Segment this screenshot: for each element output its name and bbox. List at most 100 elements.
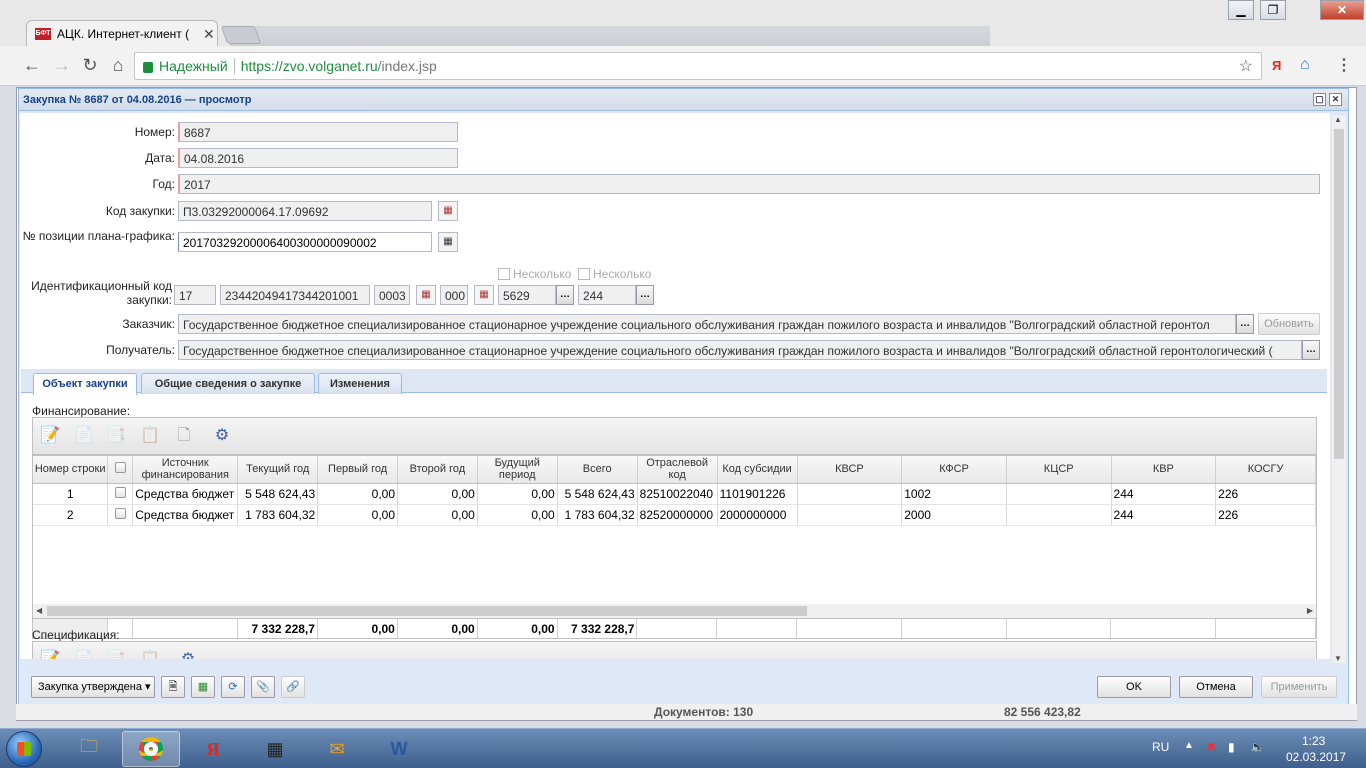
row-checkbox-cell[interactable] [107,504,134,526]
scroll-up-arrow-icon[interactable]: ▲ [1334,115,1342,124]
settings-gear-icon[interactable]: ⚙ [211,425,233,447]
grid-horizontal-scrollbar[interactable]: ◀ ▶ [33,604,1316,618]
minimize-button[interactable]: ▁ [1228,0,1254,20]
year-field[interactable]: 2017 [178,174,1320,194]
ident-code-part-3[interactable]: 0003 [374,285,410,305]
start-button[interactable] [6,731,42,767]
number-field[interactable]: 8687 [178,122,458,142]
delete-row-icon[interactable]: 🗋 [173,425,195,447]
spec-paste-row-icon[interactable]: 📋 [139,649,161,659]
yandex-browser-icon[interactable]: Я [184,731,242,767]
document-icon[interactable]: 🗎 [161,676,185,698]
col-kosgu[interactable]: КОСГУ [1215,456,1316,484]
col-funding-source[interactable]: Источник финансирования [132,456,239,484]
col-industry-code[interactable]: Отраслевой код [637,456,718,484]
table-row[interactable]: 2 Средства бюджет 1 783 604,32 0,00 0,00… [33,504,1316,526]
menu-icon[interactable]: ⋮ [1336,55,1352,75]
tab-purchase-object[interactable]: Объект закупки [33,373,137,395]
col-row-number[interactable]: Номер строки [33,456,109,484]
ident-code-part-5[interactable]: 5629 [498,285,556,305]
table-row[interactable]: 1 Средства бюджет 5 548 624,43 0,00 0,00… [33,483,1316,505]
col-kcsr[interactable]: КЦСР [1006,456,1112,484]
multiple-checkbox-2[interactable]: Несколько [578,267,651,281]
spec-settings-gear-icon[interactable]: ⚙ [177,649,199,659]
scroll-left-arrow-icon[interactable]: ◀ [36,604,42,618]
apply-button[interactable]: Применить [1261,676,1337,698]
col-kfsr[interactable]: КФСР [901,456,1007,484]
tab-close-icon[interactable]: ✕ [203,26,215,43]
copy-row-icon[interactable]: 📑 [105,425,127,447]
col-kvr[interactable]: КВР [1111,456,1217,484]
explorer-icon[interactable]: 🗀 [60,731,118,767]
link-icon[interactable]: 🔗 [281,676,305,698]
edit-icon[interactable]: 📝 [39,425,61,447]
plan-position-field[interactable]: 20170329200006400300000090002 [178,232,432,252]
network-warning-icon[interactable]: ✖ [1206,740,1216,754]
ok-button[interactable]: OK [1097,676,1171,698]
col-future-period[interactable]: Будущий период [477,456,558,484]
chrome-icon[interactable] [122,731,180,767]
scroll-down-arrow-icon[interactable]: ▼ [1334,654,1342,663]
purchase-code-field[interactable]: П3.03292000064.17.09692 [178,201,432,221]
col-total[interactable]: Всего [557,456,638,484]
back-arrow-icon[interactable]: ← [20,54,44,78]
language-indicator[interactable]: RU [1152,740,1169,754]
ident-code-part-1[interactable]: 17 [174,285,216,305]
status-dropdown-button[interactable]: Закупка утверждена ▾ [31,676,155,698]
yandex-extension-icon[interactable]: Я [1272,58,1281,73]
house-extension-icon[interactable]: ⌂ [1300,56,1310,74]
ident-code-select-button-2[interactable]: … [636,285,654,305]
ident-code-select-button-1[interactable]: … [556,285,574,305]
ident-code-part-6[interactable]: 244 [578,285,636,305]
ident-code-grid-icon-1[interactable]: ▦ [416,285,436,305]
scroll-right-arrow-icon[interactable]: ▶ [1307,604,1313,618]
clock-time[interactable]: 1:23 [1302,734,1325,748]
refresh-icon[interactable]: ⟳ [221,676,245,698]
recipient-field[interactable]: Государственное бюджетное специализирова… [178,340,1302,360]
forward-arrow-icon[interactable]: → [50,54,74,78]
col-current-year[interactable]: Текущий год [237,456,319,484]
scrollbar-thumb[interactable] [47,606,807,616]
col-second-year[interactable]: Второй год [397,456,478,484]
spec-edit-icon[interactable]: 📝 [39,649,61,659]
plan-position-grid-icon[interactable]: ▦ [438,232,458,252]
export-icon[interactable]: ▦ [191,676,215,698]
address-bar[interactable]: Надежный https://zvo.volganet.ru/index.j… [134,52,1262,80]
spec-copy-row-icon[interactable]: 📑 [105,649,127,659]
spec-add-row-icon[interactable]: 📄 [73,649,95,659]
recipient-select-button[interactable]: … [1302,340,1320,360]
tray-expand-icon[interactable]: ▲ [1184,740,1194,751]
ident-code-part-2[interactable]: 23442049417344201001 [220,285,370,305]
purchase-code-grid-icon[interactable]: ▦ [438,201,458,221]
ident-code-grid-icon-2[interactable]: ▦ [474,285,494,305]
row-checkbox[interactable] [114,507,126,519]
close-dialog-icon[interactable]: ✕ [1329,93,1342,106]
browser-tab[interactable]: БФТ АЦК. Интернет-клиент ( ✕ [26,20,218,47]
new-tab-button[interactable] [220,26,262,44]
maximize-button[interactable]: ❐ [1260,0,1286,20]
grid-app-icon[interactable]: ▦ [246,731,304,767]
volume-icon[interactable]: 🔈 [1250,740,1265,754]
reload-icon[interactable]: ↻ [78,54,102,78]
ident-code-part-4[interactable]: 000 [440,285,468,305]
window-close-button[interactable]: ✕ [1320,0,1364,20]
select-all-checkbox[interactable] [114,462,126,474]
bookmark-star-icon[interactable]: ☆ [1239,56,1253,76]
add-row-icon[interactable]: 📄 [73,425,95,447]
row-checkbox[interactable] [114,486,126,498]
date-field[interactable]: 04.08.2016 [178,148,458,168]
customer-field[interactable]: Государственное бюджетное специализирова… [178,314,1236,334]
refresh-button[interactable]: Обновить [1258,313,1320,335]
paste-row-icon[interactable]: 📋 [139,425,161,447]
scrollbar-thumb[interactable] [1334,129,1344,459]
col-kvsr[interactable]: КВСР [797,456,903,484]
maximize-dialog-icon[interactable]: ▢ [1313,93,1326,106]
row-checkbox-cell[interactable] [107,483,134,505]
tab-changes[interactable]: Изменения [318,373,402,394]
attachment-icon[interactable]: 📎 [251,676,275,698]
col-subsidy-code[interactable]: Код субсидии [717,456,798,484]
multiple-checkbox-1[interactable]: Несколько [498,267,571,281]
mail-app-icon[interactable]: ✉ [308,731,366,767]
cancel-button[interactable]: Отмена [1179,676,1253,698]
tab-general-info[interactable]: Общие сведения о закупке [141,373,315,394]
